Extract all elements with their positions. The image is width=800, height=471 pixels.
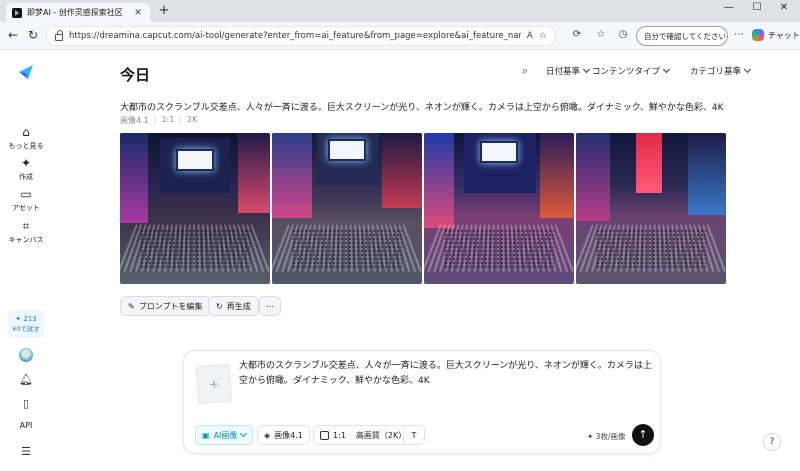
add-reference-image-button[interactable]: +: [195, 363, 233, 405]
regenerate-label: 再生成: [226, 301, 251, 311]
aspect-ratio-icon: [320, 430, 329, 440]
chevron-down-icon: [743, 65, 752, 74]
filter-content-type-dropdown[interactable]: コンテンツタイプ: [586, 62, 675, 80]
notification-bell-icon[interactable]: 🔔︎: [0, 373, 52, 386]
copilot-label: チャット: [768, 30, 800, 40]
filter-label: 日付基準: [546, 67, 581, 77]
ratio-label: 1:1: [333, 430, 346, 440]
window-maximize-button[interactable]: ☐: [748, 2, 766, 13]
prompt-input[interactable]: 大都市のスクランブル交差点、人々が一斉に渡る。巨大スクリーンが光り、ネオンが輝く…: [239, 359, 654, 389]
credits-label: ¥0で試す: [12, 325, 40, 333]
regenerate-button[interactable]: ↻ 再生成: [208, 296, 259, 316]
dreamina-logo-icon[interactable]: [17, 63, 35, 81]
sparkle-icon: ✦: [20, 156, 32, 170]
help-icon[interactable]: ?: [763, 433, 781, 451]
window-minimize-button[interactable]: —: [720, 2, 738, 13]
browser-tabbar: 即梦AI - 创作灵感探索社区 ✕ + — ☐ ✕: [0, 0, 800, 22]
sidebar-item-label: もっと見る: [8, 142, 44, 150]
edit-prompt-label: プロンプトを編集: [138, 301, 203, 311]
sidebar-item-label: アセット: [12, 204, 40, 212]
credit-cost-label: ✦ 3枚/画像: [587, 432, 626, 441]
tab-close-icon[interactable]: ✕: [132, 8, 144, 18]
meta-separator: |: [153, 115, 157, 124]
more-icon: ⋯: [266, 301, 274, 311]
back-arrow-icon[interactable]: ←: [5, 28, 21, 42]
new-tab-button[interactable]: +: [156, 3, 172, 18]
signin-label: 自分で確認してください: [644, 31, 727, 41]
meta-resolution: 2K: [187, 115, 198, 124]
generated-image[interactable]: [272, 133, 422, 284]
filter-label: カテゴリ基準: [690, 67, 742, 77]
profile-signin-button[interactable]: 自分で確認してください: [636, 26, 728, 46]
tab-title: 即梦AI - 创作灵感探索社区: [27, 8, 123, 17]
search-icon[interactable]: ⌕: [514, 62, 536, 80]
sidebar-item-label: 作成: [19, 173, 33, 181]
model-label: 画像4.1: [274, 430, 303, 440]
mode-selector-dropdown[interactable]: ▣ AI画像: [195, 425, 254, 445]
generation-prompt: 大都市のスクランブル交差点、人々が一斉に渡る。巨大スクリーンが光り、ネオンが輝く…: [120, 103, 724, 113]
mobile-app-icon[interactable]: ▯: [0, 397, 52, 410]
api-link[interactable]: API: [0, 421, 52, 430]
text-style-button[interactable]: T: [403, 425, 425, 445]
filter-category-dropdown[interactable]: カテゴリ基準: [684, 62, 756, 80]
meta-ratio: 1:1: [161, 115, 175, 124]
copilot-chat-button[interactable]: チャット: [752, 29, 800, 41]
read-aloud-icon[interactable]: A: [527, 31, 533, 41]
sidebar: ⌂ もっと見る ✦ 作成 ▭ アセット ⌗ キャンバス ✦ 213 ¥0で試す …: [0, 50, 52, 471]
prompt-composer: + 大都市のスクランブル交差点、人々が一斉に渡る。巨大スクリーンが光り、ネオンが…: [183, 350, 661, 454]
plus-icon: +: [208, 376, 220, 392]
image-mode-icon: ▣: [202, 430, 210, 440]
credits-badge[interactable]: ✦ 213 ¥0で試す: [8, 310, 44, 338]
more-menu-icon[interactable]: ⋯: [732, 29, 746, 40]
text-format-icon: T: [411, 430, 417, 440]
url-field[interactable]: https://dreamina.capcut.com/ai-tool/gene…: [46, 26, 556, 46]
user-avatar[interactable]: [19, 348, 33, 362]
model-selector[interactable]: ◈ 画像4.1: [257, 425, 310, 445]
history-icon[interactable]: ◷: [616, 29, 630, 40]
quality-label: 高画質（2K）: [355, 430, 407, 440]
mode-label: AI画像: [213, 430, 238, 440]
reload-icon[interactable]: ↻: [25, 28, 41, 42]
url-text[interactable]: https://dreamina.capcut.com/ai-tool/gene…: [69, 31, 521, 41]
generated-image[interactable]: [424, 133, 574, 284]
favorites-icon[interactable]: ☆: [594, 29, 608, 40]
chevron-down-icon: [240, 429, 248, 438]
sidebar-item-assets[interactable]: ▭ アセット: [0, 188, 52, 213]
regenerate-icon: ↻: [216, 301, 223, 311]
edit-prompt-button[interactable]: ✎ プロンプトを編集: [120, 296, 211, 316]
more-actions-button[interactable]: ⋯: [259, 296, 281, 316]
generated-image-gallery: [120, 133, 726, 284]
ratio-quality-selector[interactable]: 1:1 高画質（2K）: [313, 425, 414, 445]
sidebar-item-explore[interactable]: ⌂ もっと見る: [0, 126, 52, 151]
page-title: 今日: [120, 66, 151, 84]
copilot-icon: [752, 29, 764, 41]
edit-icon: ✎: [128, 301, 135, 311]
filter-label: コンテンツタイプ: [592, 67, 661, 77]
menu-icon[interactable]: ☰: [0, 445, 52, 458]
folder-icon: ▭: [20, 187, 32, 201]
canvas-icon: ⌗: [22, 219, 30, 233]
sidebar-item-create[interactable]: ✦ 作成: [0, 157, 52, 182]
cube-icon: ◈: [264, 430, 271, 440]
generated-image[interactable]: [120, 133, 270, 284]
generation-meta: 画像4.1 | 1:1 | 2K: [120, 115, 197, 126]
credits-count: ✦ 213: [15, 315, 37, 323]
lock-icon: [55, 30, 63, 41]
meta-model: 画像4.1: [120, 116, 149, 125]
chevron-down-icon: [662, 65, 671, 74]
browser-tab[interactable]: 即梦AI - 创作灵感探索社区 ✕: [6, 3, 150, 22]
address-bar: ← ↻ https://dreamina.capcut.com/ai-tool/…: [0, 22, 800, 50]
sidebar-item-canvas[interactable]: ⌗ キャンバス: [0, 220, 52, 245]
generated-image[interactable]: [576, 133, 726, 284]
send-button[interactable]: ↑: [632, 424, 654, 446]
extensions-icon[interactable]: ⟳: [570, 29, 584, 40]
sidebar-item-label: キャンバス: [8, 236, 44, 244]
dreamina-favicon-icon: [12, 7, 22, 18]
favorite-star-icon[interactable]: ☆: [539, 31, 547, 41]
window-close-button[interactable]: ✕: [775, 2, 793, 13]
home-icon: ⌂: [22, 125, 30, 139]
meta-separator: |: [179, 115, 183, 124]
